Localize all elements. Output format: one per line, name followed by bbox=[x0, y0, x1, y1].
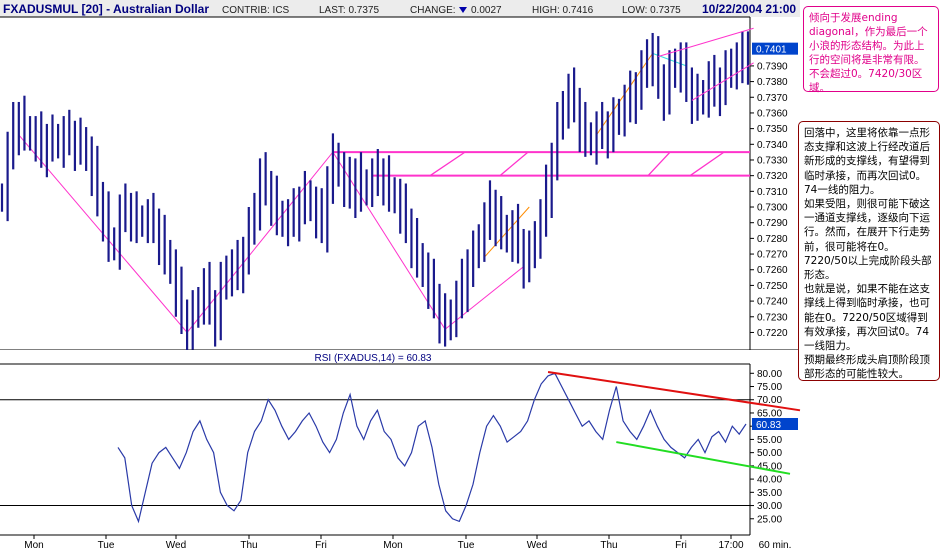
support-hatch bbox=[499, 151, 529, 177]
rsi-panel: RSI (FXADUS,14) = 60.83 25.00 30.00 35.00 4… bbox=[0, 350, 801, 536]
high-label: HIGH: 0.7416 bbox=[532, 5, 594, 16]
rsi-tick-label: 40.00 bbox=[757, 475, 782, 486]
contrib-label: CONTRIB: ICS bbox=[222, 5, 290, 16]
price-tick-label: 0.7320 bbox=[757, 171, 788, 182]
note-paragraph: 回落中，这里将依靠一点形态支撑和这波上行经改道后新形成的支撑线，有望得到临时承接… bbox=[804, 127, 930, 196]
price-tick-label: 0.7220 bbox=[757, 328, 788, 339]
rsi-last-label: 60.83 bbox=[756, 420, 781, 431]
rsi-reference-lines bbox=[0, 399, 750, 507]
change-value: 0.0027 bbox=[471, 5, 502, 16]
x-tick-label: Wed bbox=[166, 540, 186, 550]
datetime-label: 10/22/2004 21:00 bbox=[702, 2, 796, 16]
price-tick-label: 0.7370 bbox=[757, 93, 788, 104]
rsi-last-value: 60.83 bbox=[752, 417, 798, 431]
rsi-tick-label: 55.00 bbox=[757, 435, 782, 446]
price-y-axis: 0.7220 0.7230 0.7240 0.7250 0.7260 0.7270 0.72… bbox=[750, 61, 788, 339]
last-label: LAST: 0.7375 bbox=[319, 5, 379, 16]
rsi-tick-label: 65.00 bbox=[757, 408, 782, 419]
diagonal-lower-line bbox=[691, 62, 754, 101]
x-tick-label: 60 min. bbox=[759, 540, 792, 550]
rsi-tick-label: 75.00 bbox=[757, 382, 782, 393]
price-tick-label: 0.7380 bbox=[757, 77, 788, 88]
x-tick-label: Mon bbox=[24, 540, 43, 550]
note-paragraph: 也就是说，如果不能在这支撑线上得到临时承接，也可能在0。7220/50区域得到有… bbox=[804, 283, 930, 353]
diagonal-upper-line bbox=[658, 27, 754, 57]
rsi-tick-label: 35.00 bbox=[757, 488, 782, 499]
price-last-value: 0.7401 bbox=[752, 42, 798, 56]
rsi-y-axis: 25.0030.0035.0040.0045.0050.0055.0060.00… bbox=[750, 369, 782, 525]
ending-diagonal bbox=[658, 27, 754, 101]
low-label: LOW: 0.7375 bbox=[622, 5, 681, 16]
x-tick-label: Tue bbox=[458, 540, 475, 550]
support-hatch bbox=[689, 151, 725, 177]
annotation-note-main: 回落中，这里将依靠一点形态支撑和这波上行经改道后新形成的支撑线，有望得到临时承接… bbox=[798, 121, 940, 381]
note-paragraph: 预期最终形成头肩顶阶段顶部形态的可能性较大。 bbox=[804, 354, 930, 381]
x-axis: Mon Tue Wed Thu Fri Mon Tue Wed Thu Fri 17:00 60 mi… bbox=[24, 535, 791, 550]
price-tick-label: 0.7290 bbox=[757, 218, 788, 229]
x-tick-label: Thu bbox=[240, 540, 257, 550]
x-tick-label: Fri bbox=[315, 540, 327, 550]
price-tick-label: 0.7350 bbox=[757, 124, 788, 135]
support-lines bbox=[332, 151, 750, 177]
price-tick-label: 0.7330 bbox=[757, 155, 788, 166]
header: FXADUSMUL [20] - Australian Dollar CONTR… bbox=[0, 0, 800, 17]
price-tick-label: 0.7280 bbox=[757, 234, 788, 245]
price-tick-label: 0.7340 bbox=[757, 140, 788, 151]
annotation-note-top: 倾向于发展ending diagonal，作为最后一个小浪的形态结构。为此上行的… bbox=[803, 6, 939, 94]
rsi-series bbox=[117, 372, 747, 524]
price-tick-label: 0.7250 bbox=[757, 281, 788, 292]
support-hatch bbox=[429, 151, 466, 177]
support-hatch bbox=[647, 151, 671, 177]
x-tick-label: Thu bbox=[600, 540, 617, 550]
rsi-tick-label: 80.00 bbox=[757, 369, 782, 380]
zigzag-lines bbox=[18, 52, 687, 334]
price-panel: 0.7220 0.7230 0.7240 0.7250 0.7260 0.7270 0.72… bbox=[0, 16, 800, 356]
zigzag-swing-line bbox=[18, 134, 524, 334]
price-tick-label: 0.7360 bbox=[757, 108, 788, 119]
rsi-tick-label: 50.00 bbox=[757, 448, 782, 459]
note-paragraph: 如果受阻，则很可能下破这一通道支撑线，逐级向下运行。然而，在展开下行走势前，很可… bbox=[804, 198, 932, 282]
price-tick-label: 0.7390 bbox=[757, 61, 788, 72]
x-tick-label: Fri bbox=[675, 540, 687, 550]
price-bars bbox=[0, 31, 750, 356]
x-tick-label: Tue bbox=[98, 540, 115, 550]
change-label: CHANGE: bbox=[410, 5, 456, 16]
x-tick-label: Wed bbox=[527, 540, 547, 550]
symbol-title: FXADUSMUL [20] - Australian Dollar bbox=[3, 2, 209, 16]
rsi-tick-label: 25.00 bbox=[757, 514, 782, 525]
rsi-line bbox=[117, 372, 747, 524]
x-tick-label: Mon bbox=[383, 540, 402, 550]
price-last-label: 0.7401 bbox=[756, 45, 787, 56]
x-tick-label: 17:00 bbox=[718, 540, 743, 550]
price-tick-label: 0.7300 bbox=[757, 203, 788, 214]
rsi-tick-label: 30.00 bbox=[757, 501, 782, 512]
price-tick-label: 0.7230 bbox=[757, 312, 788, 323]
rsi-title: RSI (FXADUS,14) = 60.83 bbox=[315, 353, 432, 364]
price-tick-label: 0.7270 bbox=[757, 250, 788, 261]
price-tick-label: 0.7240 bbox=[757, 297, 788, 308]
price-tick-label: 0.7260 bbox=[757, 265, 788, 276]
price-tick-label: 0.7310 bbox=[757, 187, 788, 198]
